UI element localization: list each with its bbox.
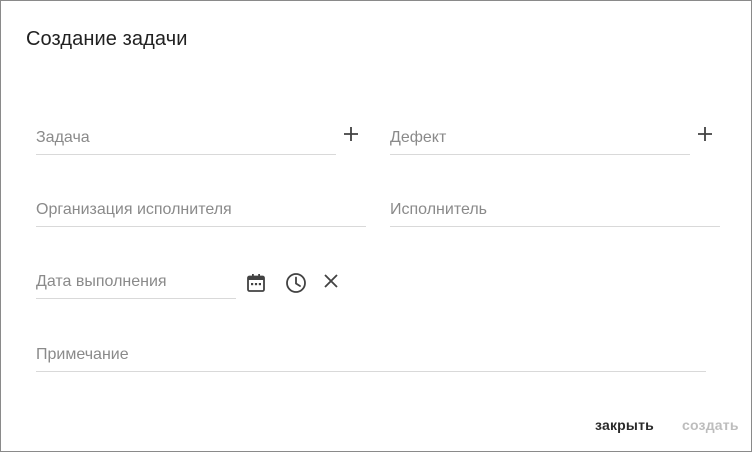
calendar-icon [247, 274, 265, 292]
defect-field[interactable]: Дефект [390, 125, 690, 155]
add-task-button[interactable] [339, 122, 363, 146]
plus-icon [344, 127, 358, 141]
create-button[interactable]: создать [682, 417, 739, 433]
note-label: Примечание [36, 346, 129, 363]
dialog-title: Создание задачи [26, 28, 188, 50]
plus-icon [698, 127, 712, 141]
executor-field[interactable]: Исполнитель [390, 197, 720, 227]
defect-field-label: Дефект [390, 129, 447, 146]
create-task-dialog: Создание задачи Задача Дефект Организаци… [0, 0, 752, 452]
clear-date-button[interactable] [319, 269, 343, 293]
close-button[interactable]: закрыть [595, 417, 654, 433]
due-date-label: Дата выполнения [36, 273, 167, 290]
executor-organization-label: Организация исполнителя [36, 201, 232, 218]
due-date-field[interactable]: Дата выполнения [36, 269, 236, 299]
task-field[interactable]: Задача [36, 125, 336, 155]
clock-icon [286, 273, 306, 293]
note-field[interactable]: Примечание [36, 342, 706, 372]
task-field-label: Задача [36, 129, 90, 146]
calendar-button[interactable] [244, 271, 268, 295]
add-defect-button[interactable] [693, 122, 717, 146]
executor-organization-field[interactable]: Организация исполнителя [36, 197, 366, 227]
executor-label: Исполнитель [390, 201, 488, 218]
time-button[interactable] [284, 271, 308, 295]
close-icon [324, 274, 338, 288]
